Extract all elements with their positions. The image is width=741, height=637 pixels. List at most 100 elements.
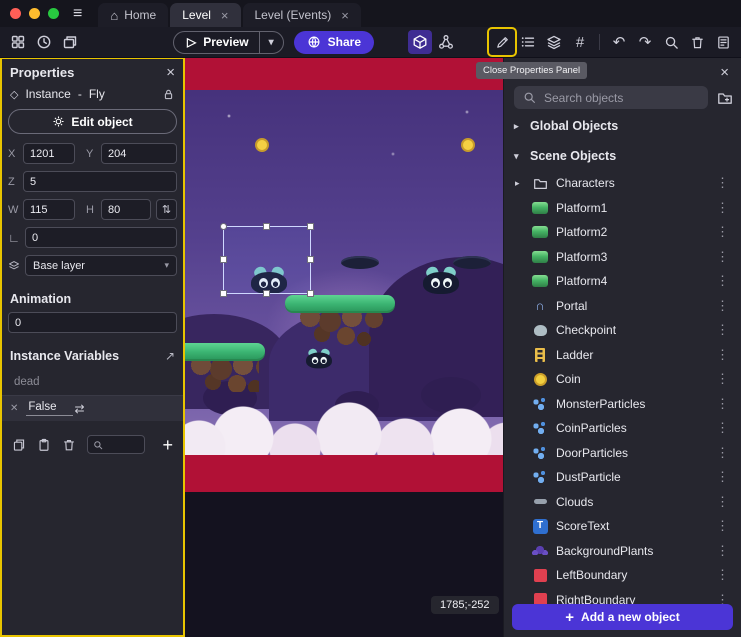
object-row-clouds[interactable]: Clouds ⋮: [504, 490, 741, 515]
instances-list-icon[interactable]: [516, 30, 540, 54]
folder-row-characters[interactable]: ▸ Characters ⋮: [504, 171, 741, 196]
share-button[interactable]: Share: [294, 31, 374, 54]
z-input[interactable]: [23, 171, 177, 192]
variables-search[interactable]: [87, 435, 145, 454]
paste-icon[interactable]: [37, 438, 51, 452]
item-menu-icon[interactable]: ⋮: [712, 445, 733, 461]
add-folder-icon[interactable]: [717, 90, 733, 106]
objects-search-input[interactable]: [544, 91, 699, 105]
caret-right-icon[interactable]: ▸: [515, 179, 523, 188]
fly-instance[interactable]: [306, 350, 332, 369]
resize-handle[interactable]: [220, 256, 227, 263]
close-tab-icon[interactable]: ×: [341, 9, 349, 22]
redo-icon[interactable]: ↷: [633, 30, 657, 54]
item-menu-icon[interactable]: ⋮: [712, 396, 733, 412]
tab-level-events[interactable]: Level (Events) ×: [243, 3, 361, 27]
width-input[interactable]: [23, 199, 75, 220]
rotation-input[interactable]: [25, 227, 177, 248]
open-events-icon[interactable]: [711, 30, 735, 54]
item-menu-icon[interactable]: ⋮: [712, 469, 733, 485]
object-row-platform1[interactable]: Platform1 ⋮: [504, 196, 741, 221]
sleeping-fly-instance[interactable]: [341, 256, 379, 269]
coin-instance[interactable]: [461, 138, 475, 152]
close-window-button[interactable]: [10, 8, 21, 19]
open-variables-editor-icon[interactable]: ↗: [165, 349, 175, 363]
item-menu-icon[interactable]: ⋮: [712, 543, 733, 559]
grid-toggle-icon[interactable]: #: [568, 30, 592, 54]
resize-handle[interactable]: [220, 223, 227, 230]
object-row-platform4[interactable]: Platform4 ⋮: [504, 269, 741, 294]
edit-object-button[interactable]: Edit object: [8, 109, 177, 134]
resize-handle[interactable]: [263, 290, 270, 297]
delete-icon[interactable]: [685, 30, 709, 54]
object-row-dustparticle[interactable]: DustParticle ⋮: [504, 465, 741, 490]
object-row-leftboundary[interactable]: LeftBoundary ⋮: [504, 563, 741, 588]
preview-options-caret-icon[interactable]: ▾: [259, 32, 283, 53]
item-menu-icon[interactable]: ⋮: [712, 200, 733, 216]
clouds-instance[interactable]: [185, 395, 503, 455]
variable-value-row[interactable]: ✕ False ⇄: [0, 396, 185, 421]
objects-panel-toggle-icon[interactable]: [408, 30, 432, 54]
section-global-objects[interactable]: ▸ Global Objects: [504, 111, 741, 141]
top-boundary-instance[interactable]: [185, 57, 503, 90]
close-objects-panel-icon[interactable]: ×: [720, 65, 729, 80]
resize-handle[interactable]: [307, 223, 314, 230]
main-menu-icon[interactable]: ≡: [73, 6, 82, 22]
copy-icon[interactable]: [12, 438, 26, 452]
object-groups-icon[interactable]: [434, 30, 458, 54]
scene-canvas[interactable]: 1785;-252: [185, 57, 503, 637]
lock-aspect-ratio-icon[interactable]: ⇅: [156, 199, 177, 220]
object-row-platform2[interactable]: Platform2 ⋮: [504, 220, 741, 245]
section-scene-objects[interactable]: ▾ Scene Objects: [504, 141, 741, 171]
platform-instance[interactable]: [285, 295, 395, 350]
item-menu-icon[interactable]: ⋮: [712, 420, 733, 436]
selection-box[interactable]: [223, 226, 311, 294]
tab-home[interactable]: ⌂ Home: [98, 3, 168, 27]
object-row-coinparticles[interactable]: CoinParticles ⋮: [504, 416, 741, 441]
resize-handle[interactable]: [220, 290, 227, 297]
undo-icon[interactable]: ↶: [607, 30, 631, 54]
toggle-boolean-icon[interactable]: ⇄: [75, 402, 85, 416]
project-manager-icon[interactable]: [6, 30, 30, 54]
variables-search-input[interactable]: [106, 439, 136, 450]
variable-name-row[interactable]: dead: [0, 369, 185, 396]
item-menu-icon[interactable]: ⋮: [712, 494, 733, 510]
item-menu-icon[interactable]: ⋮: [712, 322, 733, 338]
object-row-ladder[interactable]: Ladder ⋮: [504, 343, 741, 368]
layer-select[interactable]: Base layer ▾: [25, 255, 177, 276]
lock-icon[interactable]: [162, 88, 175, 101]
add-new-object-button[interactable]: + Add a new object: [512, 604, 733, 630]
zoom-icon[interactable]: [659, 30, 683, 54]
resize-handle[interactable]: [307, 256, 314, 263]
x-input[interactable]: [23, 143, 75, 164]
object-row-scoretext[interactable]: T ScoreText ⋮: [504, 514, 741, 539]
fly-instance[interactable]: [423, 268, 459, 294]
scene-stack-icon[interactable]: [58, 30, 82, 54]
preview-button[interactable]: ▷ Preview ▾: [173, 31, 284, 54]
history-icon[interactable]: [32, 30, 56, 54]
close-properties-icon[interactable]: ×: [166, 65, 175, 80]
object-row-monsterparticles[interactable]: MonsterParticles ⋮: [504, 392, 741, 417]
item-menu-icon[interactable]: ⋮: [712, 567, 733, 583]
object-row-checkpoint[interactable]: Checkpoint ⋮: [504, 318, 741, 343]
bottom-boundary-instance[interactable]: [185, 455, 503, 492]
object-row-doorparticles[interactable]: DoorParticles ⋮: [504, 441, 741, 466]
object-row-coin[interactable]: Coin ⋮: [504, 367, 741, 392]
item-menu-icon[interactable]: ⋮: [712, 371, 733, 387]
item-menu-icon[interactable]: ⋮: [712, 175, 733, 191]
y-input[interactable]: [101, 143, 177, 164]
item-menu-icon[interactable]: ⋮: [712, 249, 733, 265]
objects-search[interactable]: [514, 86, 708, 109]
resize-handle[interactable]: [307, 290, 314, 297]
resize-handle[interactable]: [263, 223, 270, 230]
maximize-window-button[interactable]: [48, 8, 59, 19]
platform-instance[interactable]: [185, 343, 265, 392]
close-tab-icon[interactable]: ×: [221, 9, 229, 22]
add-variable-icon[interactable]: +: [162, 436, 173, 454]
variable-value[interactable]: False: [26, 401, 72, 416]
item-menu-icon[interactable]: ⋮: [712, 224, 733, 240]
tab-level[interactable]: Level ×: [170, 3, 240, 27]
object-row-backgroundplants[interactable]: BackgroundPlants ⋮: [504, 539, 741, 564]
object-row-portal[interactable]: ∩ Portal ⋮: [504, 294, 741, 319]
layers-panel-icon[interactable]: [542, 30, 566, 54]
